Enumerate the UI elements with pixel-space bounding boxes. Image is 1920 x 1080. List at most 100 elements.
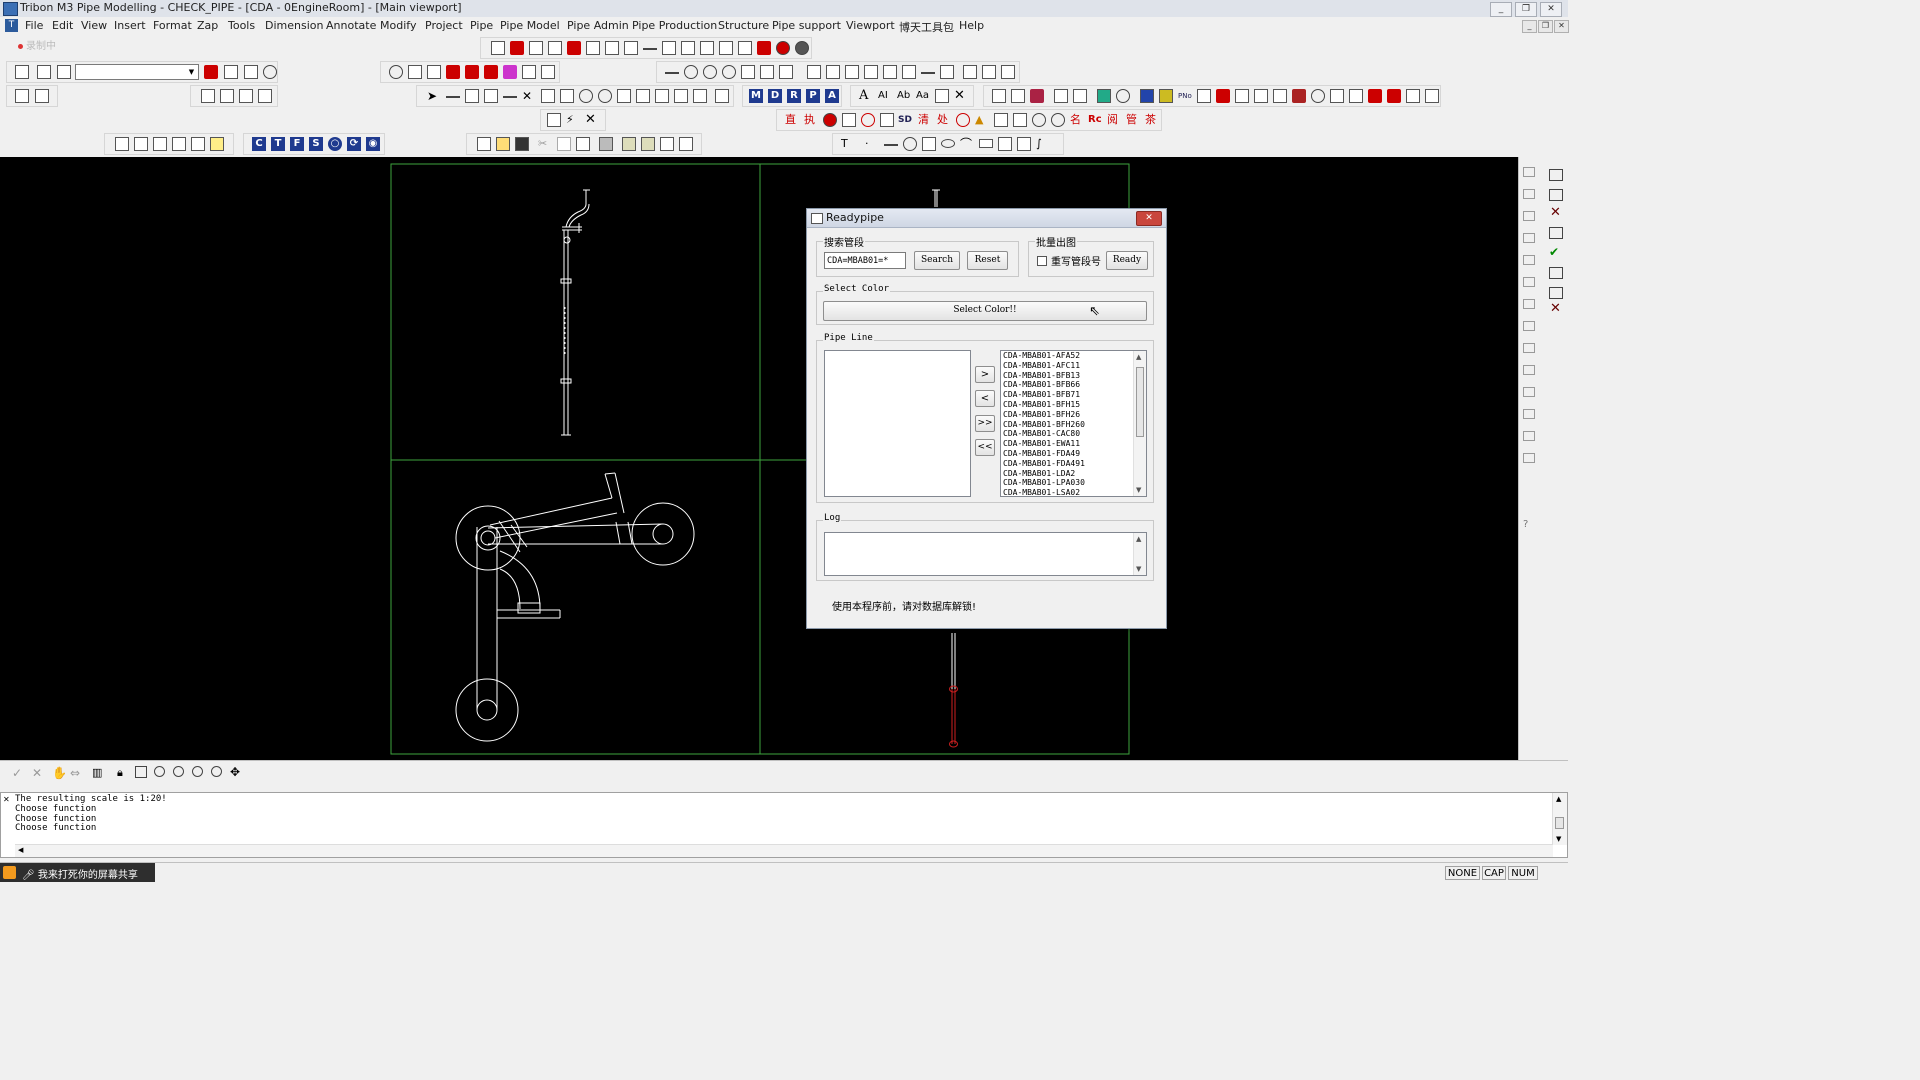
- dim-y-icon[interactable]: [715, 89, 729, 103]
- globe-icon[interactable]: [795, 41, 809, 55]
- dim-aligned-icon[interactable]: [760, 65, 774, 79]
- menu-pipe-production[interactable]: Pipe Production: [632, 19, 717, 32]
- brush-icon[interactable]: [902, 65, 916, 79]
- target-icon[interactable]: [579, 89, 593, 103]
- properties-icon[interactable]: [679, 137, 693, 151]
- side-delete-icon[interactable]: ✕: [1550, 205, 1561, 220]
- scroll-thumb[interactable]: [1555, 817, 1564, 829]
- color-palette-icon[interactable]: [605, 41, 619, 55]
- new-file-icon[interactable]: [477, 137, 491, 151]
- ellipse-icon[interactable]: [941, 139, 955, 148]
- lock2-icon[interactable]: 🔒︎: [117, 766, 123, 780]
- tool-dot-icon[interactable]: [823, 113, 837, 127]
- text-style-icon[interactable]: Ab: [897, 89, 911, 103]
- save-file-icon[interactable]: [515, 137, 529, 151]
- menu-botian-toolkit[interactable]: 博天工具包: [899, 19, 954, 35]
- cancel-icon[interactable]: ✕: [585, 113, 599, 127]
- pipe-t-icon[interactable]: [1406, 89, 1420, 103]
- pipe-n-icon[interactable]: [1273, 89, 1287, 103]
- layer-icon[interactable]: [37, 65, 51, 79]
- side-i-icon[interactable]: [1523, 343, 1535, 353]
- trim-icon[interactable]: [541, 89, 555, 103]
- scroll-left-icon[interactable]: ◀: [18, 846, 23, 854]
- move-all-right-button[interactable]: >>: [975, 415, 995, 432]
- mark2-icon[interactable]: [465, 65, 479, 79]
- menu-pipe[interactable]: Pipe: [470, 19, 493, 32]
- side-delete2-icon[interactable]: ✕: [1550, 301, 1561, 316]
- pan-move-icon[interactable]: ✥: [230, 765, 240, 779]
- ready-button[interactable]: Ready: [1106, 251, 1148, 270]
- move-left-button[interactable]: <: [975, 390, 995, 407]
- pipe-p-icon[interactable]: [1330, 89, 1344, 103]
- menu-format[interactable]: Format: [153, 19, 192, 32]
- command-scrollbar[interactable]: ▲ ▼: [1552, 793, 1567, 845]
- menu-pipe-model[interactable]: Pipe Model: [500, 19, 560, 32]
- printer-icon[interactable]: [599, 137, 613, 151]
- available-pipes-scrollbar[interactable]: ▲ ▼: [1133, 351, 1146, 496]
- menu-structure[interactable]: Structure: [718, 19, 769, 32]
- pipe-pno-icon[interactable]: PNo: [1178, 89, 1192, 103]
- pipe-u-icon[interactable]: [1425, 89, 1439, 103]
- angle-icon[interactable]: [779, 65, 793, 79]
- menu-file[interactable]: File: [25, 19, 43, 32]
- copy-icon[interactable]: [557, 137, 571, 151]
- text-icon[interactable]: A: [859, 89, 873, 103]
- sketch-circle-icon[interactable]: [903, 137, 917, 151]
- side-e-icon[interactable]: [1523, 255, 1535, 265]
- rounded-rect-icon[interactable]: [979, 139, 993, 148]
- zoom-out-icon[interactable]: [173, 766, 184, 777]
- tool-x2-icon[interactable]: [1013, 113, 1027, 127]
- small-d-icon[interactable]: [220, 89, 234, 103]
- menu-zap[interactable]: Zap: [197, 19, 218, 32]
- pipe-d-icon[interactable]: [1054, 89, 1068, 103]
- d-icon[interactable]: D: [768, 89, 782, 103]
- cross-icon[interactable]: [567, 41, 581, 55]
- menu-insert[interactable]: Insert: [114, 19, 146, 32]
- layout-c-icon[interactable]: [153, 137, 167, 151]
- text-delete-icon[interactable]: ✕: [954, 89, 968, 103]
- tool-re-icon[interactable]: Rc: [1088, 113, 1102, 127]
- menu-pipe-support[interactable]: Pipe support: [772, 19, 841, 32]
- pipe-list-item[interactable]: CDA-MBAB01-LDA2: [1001, 469, 1146, 479]
- side-n-icon[interactable]: [1523, 453, 1535, 463]
- diag-icon[interactable]: [807, 65, 821, 79]
- tool-x3-icon[interactable]: [1032, 113, 1046, 127]
- dim-linear-icon[interactable]: [665, 72, 679, 74]
- zoom-previous-icon[interactable]: [211, 766, 222, 777]
- log-scrollbar[interactable]: ▲ ▼: [1133, 533, 1146, 575]
- side-f-icon[interactable]: [1523, 277, 1535, 287]
- lightning-icon[interactable]: [15, 65, 29, 79]
- list-icon[interactable]: [624, 41, 638, 55]
- minimize-button[interactable]: _: [1490, 2, 1512, 17]
- side-r4-icon[interactable]: [1549, 267, 1563, 279]
- sketch-line-icon[interactable]: [884, 144, 898, 146]
- menu-tools[interactable]: Tools: [228, 19, 255, 32]
- pipe-list-item[interactable]: CDA-MBAB01-BFH26: [1001, 410, 1146, 420]
- extend-icon[interactable]: [560, 89, 574, 103]
- pipe-list-item[interactable]: CDA-MBAB01-FDA491: [1001, 459, 1146, 469]
- grid2-icon[interactable]: [826, 65, 840, 79]
- square-icon[interactable]: [998, 137, 1012, 151]
- frame-icon[interactable]: [738, 41, 752, 55]
- text-edit-icon[interactable]: AI: [878, 89, 892, 103]
- pipe-s-icon[interactable]: [1387, 89, 1401, 103]
- refresh-icon[interactable]: [547, 113, 561, 127]
- menu-dimension[interactable]: Dimension: [265, 19, 323, 32]
- scroll-thumb[interactable]: [1136, 367, 1144, 437]
- mark-icon[interactable]: [446, 65, 460, 79]
- stamp-icon[interactable]: [883, 65, 897, 79]
- pipe-c-icon[interactable]: [1030, 89, 1044, 103]
- tool-d-icon[interactable]: [263, 65, 277, 79]
- tool-a-circle-icon[interactable]: [956, 113, 970, 127]
- help-icon[interactable]: ?: [1523, 519, 1528, 530]
- paste-icon[interactable]: [576, 137, 590, 151]
- lightning2-icon[interactable]: [57, 65, 71, 79]
- gear-icon[interactable]: [757, 41, 771, 55]
- pipe-list-item[interactable]: CDA-MBAB01-BFB66: [1001, 380, 1146, 390]
- cancel-op-icon[interactable]: ✕: [32, 766, 42, 780]
- doc-icon[interactable]: [940, 65, 954, 79]
- lock-icon[interactable]: [864, 65, 878, 79]
- side-g-icon[interactable]: [1523, 299, 1535, 309]
- pan-icon[interactable]: [408, 65, 422, 79]
- pipe-g-icon[interactable]: [1116, 89, 1130, 103]
